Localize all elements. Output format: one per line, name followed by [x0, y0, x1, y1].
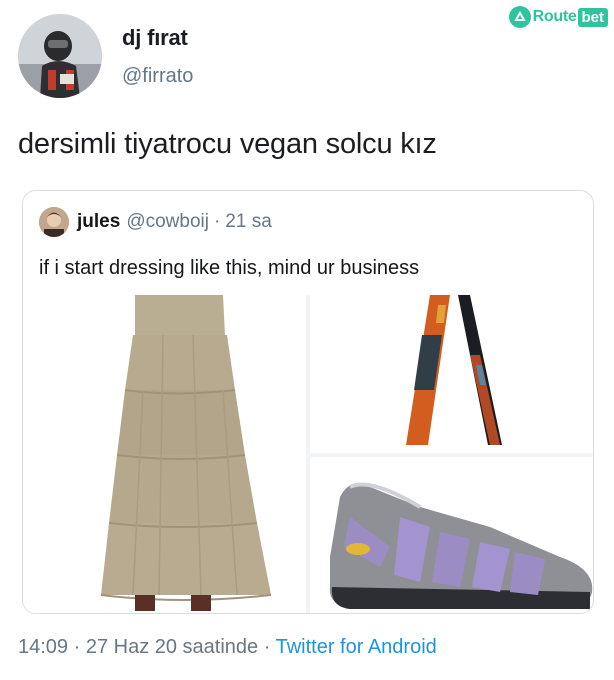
author-handle[interactable]: @firrato [122, 65, 193, 88]
quoted-avatar-image-icon [39, 207, 69, 237]
quoted-display-name[interactable]: jules [77, 211, 120, 233]
sandal-image-icon [310, 457, 593, 613]
media-image-skirt[interactable] [23, 295, 306, 613]
watermark-suffix: bet [577, 7, 608, 27]
media-image-sandal[interactable] [310, 457, 593, 613]
route-logo-icon [508, 6, 531, 28]
skirt-image-icon [23, 295, 306, 613]
watermark-brand: Route [532, 8, 577, 25]
avatar-image-icon [18, 14, 102, 98]
quoted-separator: · [213, 211, 221, 232]
strap-image-icon [310, 295, 593, 453]
watermark: Route bet [508, 5, 608, 29]
media-image-strap[interactable] [310, 295, 593, 453]
quoted-handle[interactable]: @cowboij [126, 211, 209, 233]
quoted-time[interactable]: 21 sa [225, 211, 271, 233]
quoted-avatar[interactable] [39, 207, 69, 237]
tweet-footer: 14:09 · 27 Haz 20 saatinde · Twitter for… [18, 636, 437, 659]
avatar[interactable] [18, 14, 102, 98]
quoted-text: if i start dressing like this, mind ur b… [39, 257, 420, 279]
tweet-source-link[interactable]: Twitter for Android [276, 636, 437, 658]
tweet-author[interactable]: dj fırat @firrato [18, 14, 193, 98]
tweet-text: dersimli tiyatrocu vegan solcu kız [18, 128, 437, 160]
quoted-tweet[interactable]: jules @cowboij · 21 sa if i start dressi… [22, 190, 594, 614]
quoted-media-grid [23, 295, 593, 613]
tweet-timestamp[interactable]: 14:09 · 27 Haz 20 saatinde [18, 636, 258, 658]
footer-separator: · [258, 636, 276, 658]
quoted-tweet-header: jules @cowboij · 21 sa [39, 207, 272, 237]
author-display-name[interactable]: dj fırat [122, 25, 193, 51]
